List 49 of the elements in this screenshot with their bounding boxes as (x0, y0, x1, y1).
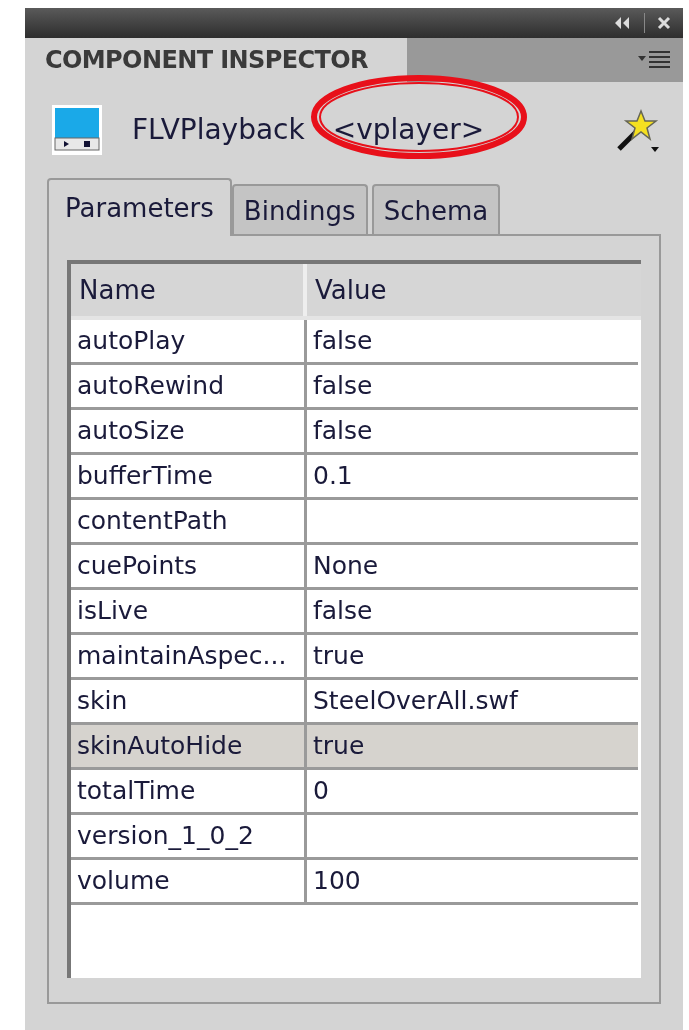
table-row[interactable]: autoSize false (71, 410, 638, 455)
parameter-name: skinAutoHide (77, 730, 243, 763)
parameter-name: autoSize (77, 415, 185, 448)
table-row[interactable]: isLive false (71, 590, 638, 635)
parameter-name: autoRewind (77, 370, 224, 403)
table-row[interactable]: autoPlay false (71, 320, 638, 365)
parameter-name: bufferTime (77, 460, 213, 493)
parameter-value[interactable]: true (313, 637, 365, 675)
parameter-name: maintainAspec... (77, 640, 287, 673)
parameter-name: volume (77, 865, 170, 898)
parameter-name: autoPlay (77, 325, 186, 358)
table-row[interactable]: maintainAspec... true (71, 635, 638, 680)
table-row[interactable]: skin SteelOverAll.swf (71, 680, 638, 725)
parameter-name: skin (77, 685, 128, 718)
tab[interactable]: Parameters (47, 178, 232, 236)
parameter-value[interactable]: 100 (313, 862, 361, 900)
parameter-value[interactable]: false (313, 322, 373, 360)
parameter-name: cuePoints (77, 550, 198, 583)
column-header[interactable]: Value (307, 264, 641, 316)
tab[interactable]: Schema (371, 184, 501, 236)
table-row[interactable]: bufferTime 0.1 (71, 455, 638, 500)
parameter-value[interactable]: 0.1 (313, 457, 353, 495)
tab[interactable]: Bindings (231, 184, 368, 236)
parameter-name: totalTime (77, 775, 196, 808)
table-row[interactable]: contentPath (71, 500, 638, 545)
column-header[interactable]: Name (71, 264, 307, 316)
parameter-value[interactable]: 0 (313, 772, 329, 810)
video-player-icon (52, 105, 102, 155)
parameter-name: contentPath (77, 505, 228, 538)
instance-name-label: <vplayer> (332, 112, 485, 148)
table-row[interactable]: totalTime 0 (71, 770, 638, 815)
parameter-name: version_1_0_2 (77, 820, 254, 853)
parameter-name: isLive (77, 595, 149, 628)
panel-menu-icon[interactable] (637, 49, 671, 71)
component-type-label: FLVPlayback (132, 112, 305, 148)
parameter-value[interactable]: false (313, 592, 373, 630)
close-icon[interactable] (657, 16, 671, 30)
table-row[interactable]: skinAutoHide true (71, 725, 638, 770)
table-row[interactable]: autoRewind false (71, 365, 638, 410)
table-row[interactable]: version_1_0_2 (71, 815, 638, 860)
parameter-value[interactable]: false (313, 412, 373, 450)
parameter-value[interactable]: true (313, 727, 365, 765)
star-wand-icon[interactable] (615, 107, 661, 153)
parameter-value[interactable]: false (313, 367, 373, 405)
table-row[interactable]: volume 100 (71, 860, 638, 905)
panel-tab[interactable]: COMPONENT INSPECTOR (25, 38, 407, 82)
parameter-value[interactable]: SteelOverAll.swf (313, 682, 518, 720)
table-row[interactable]: cuePoints None (71, 545, 638, 590)
parameter-value[interactable]: None (313, 547, 379, 585)
